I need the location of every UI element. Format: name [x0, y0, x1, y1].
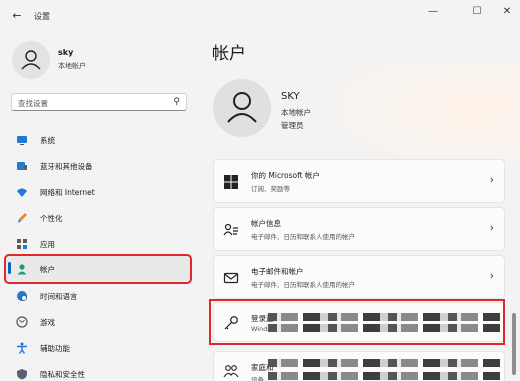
user-name: sky	[58, 48, 74, 57]
sidebar-item-label: 蓝牙和其他设备	[40, 162, 93, 171]
person-icon	[17, 264, 27, 275]
scrollbar[interactable]	[512, 313, 516, 375]
accessibility-icon	[17, 342, 27, 354]
maximize-button[interactable]: ☐	[466, 4, 488, 20]
account-role: 管理员	[281, 121, 304, 130]
card-description: 设备	[251, 376, 264, 381]
sidebar-item-label: 系统	[40, 136, 55, 145]
sidebar-item-label: 隐私和安全性	[40, 370, 85, 379]
account-info-icon	[223, 223, 238, 236]
card-title: 帐户信息	[251, 219, 281, 228]
person-icon	[21, 50, 41, 70]
card-description: 电子邮件、日历和联系人使用的帐户	[251, 281, 355, 289]
sidebar-item-label: 个性化	[40, 214, 63, 223]
brush-icon	[18, 213, 27, 223]
back-button[interactable]: ←	[6, 7, 28, 25]
avatar[interactable]	[12, 41, 50, 79]
sidebar-item-privacy[interactable]: 隐私和安全性	[6, 362, 190, 381]
sidebar-item-bluetooth[interactable]: 蓝牙和其他设备	[6, 154, 190, 178]
mail-icon	[223, 272, 239, 284]
monitor-icon	[17, 136, 27, 145]
apps-icon	[17, 239, 27, 249]
shield-icon	[17, 369, 27, 380]
title-bar: ← 设置 — ☐ ✕	[0, 0, 520, 30]
close-button[interactable]: ✕	[496, 4, 518, 20]
chevron-right-icon: ›	[489, 173, 494, 186]
selection-indicator	[8, 262, 11, 274]
sidebar-item-label: 时间和语言	[40, 292, 78, 301]
sidebar-item-network[interactable]: 网络和 Internet	[6, 180, 190, 204]
search-icon: ⚲	[173, 97, 180, 107]
sidebar-item-label: 游戏	[40, 318, 55, 327]
wifi-icon	[17, 188, 27, 197]
chevron-right-icon: ›	[489, 221, 494, 234]
person-icon	[227, 92, 257, 123]
user-account-type: 本地帐户	[58, 62, 86, 70]
gamepad-icon	[16, 316, 28, 328]
sidebar-item-gaming[interactable]: 游戏	[6, 310, 190, 334]
family-icon	[223, 365, 239, 378]
minimize-button[interactable]: —	[422, 4, 444, 20]
card-title: 电子邮件和帐户	[251, 267, 304, 276]
sidebar-item-personalization[interactable]: 个性化	[6, 206, 190, 230]
redaction-bar	[268, 372, 500, 380]
card-title: 你的 Microsoft 帐户	[251, 171, 320, 180]
highlight-box	[209, 299, 505, 345]
search-input[interactable]: 查找设置 ⚲	[11, 93, 187, 111]
account-type: 本地帐户	[281, 108, 311, 117]
card-account-info[interactable]: 帐户信息 电子邮件、日历和联系人使用的帐户 ›	[213, 207, 505, 251]
card-email-accounts[interactable]: 电子邮件和帐户 电子邮件、日历和联系人使用的帐户 ›	[213, 255, 505, 299]
redaction-bar	[268, 359, 500, 367]
account-name: SKY	[281, 91, 300, 102]
sidebar-item-system[interactable]: 系统	[6, 128, 190, 152]
card-microsoft-account[interactable]: 你的 Microsoft 帐户 订阅、奖励等 ›	[213, 159, 505, 203]
bluetooth-icon	[17, 162, 27, 170]
windows-logo-icon	[224, 175, 238, 189]
sidebar-item-accessibility[interactable]: 辅助功能	[6, 336, 190, 360]
account-avatar[interactable]	[213, 79, 271, 137]
sidebar-item-time-language[interactable]: 时间和语言	[6, 284, 190, 308]
sidebar-item-label: 网络和 Internet	[40, 188, 95, 197]
sidebar-item-label: 应用	[40, 240, 55, 249]
sidebar-item-apps[interactable]: 应用	[6, 232, 190, 256]
sidebar-item-label: 帐户	[40, 265, 55, 274]
card-description: 订阅、奖励等	[251, 185, 290, 193]
card-description: 电子邮件、日历和联系人使用的帐户	[251, 233, 355, 241]
sidebar-item-accounts[interactable]: 帐户	[4, 254, 192, 284]
chevron-right-icon: ›	[489, 269, 494, 282]
page-title: 帐户	[212, 44, 246, 64]
search-placeholder: 查找设置	[18, 99, 48, 108]
sidebar-item-label: 辅助功能	[40, 344, 70, 353]
app-title: 设置	[34, 12, 50, 21]
globe-clock-icon	[17, 291, 27, 301]
